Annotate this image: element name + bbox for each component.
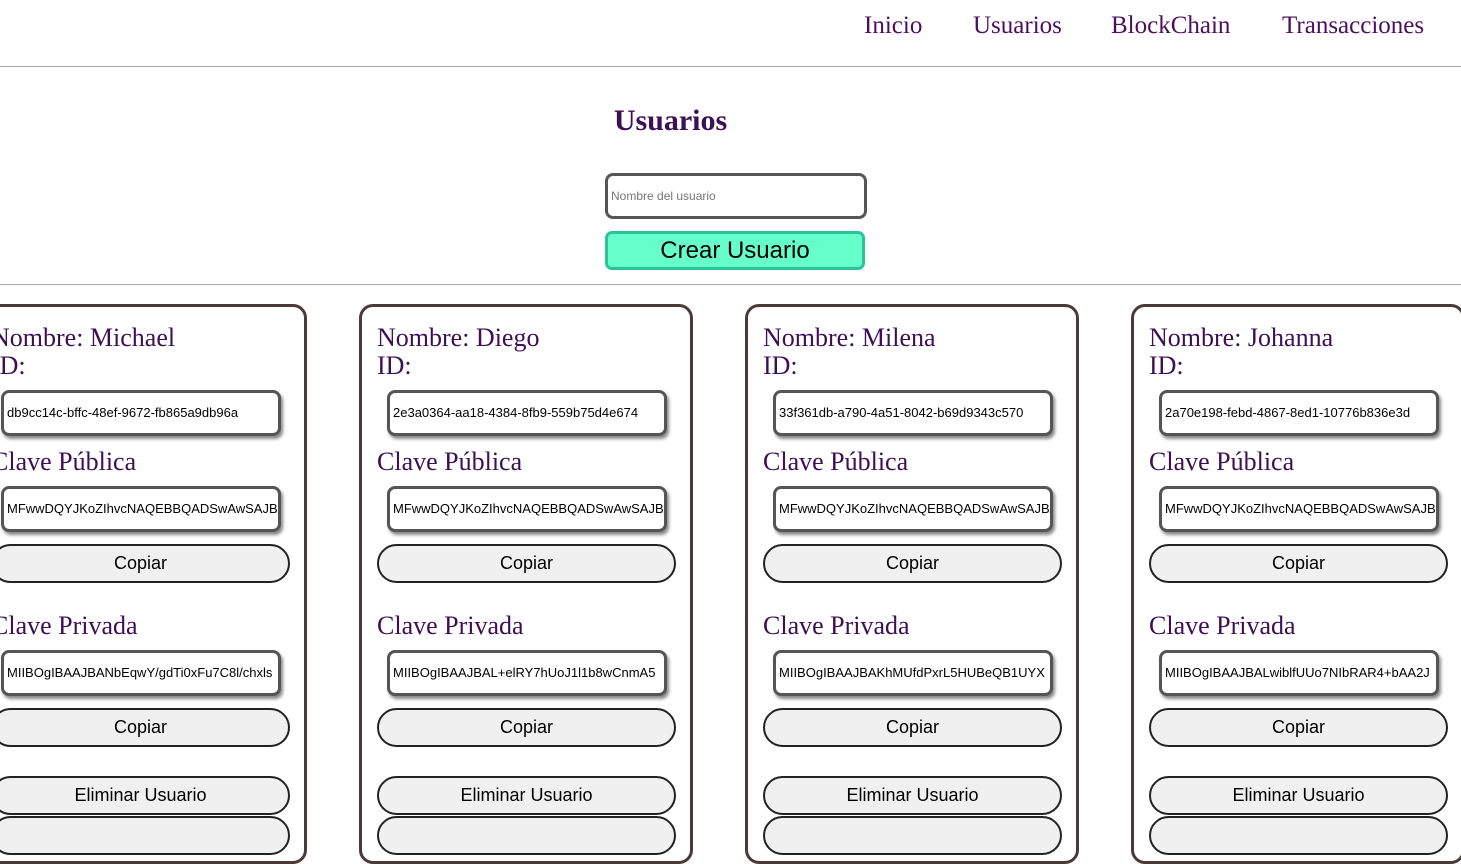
user-id-field[interactable]: db9cc14c-bffc-48ef-9672-fb865a9db96a	[1, 390, 281, 436]
id-label: ID:	[0, 351, 26, 380]
id-label: ID:	[1149, 351, 1184, 380]
private-key-field[interactable]: MIIBOgIBAAJBALwiblfUUo7NIbRAR4+bAA2J	[1159, 650, 1439, 696]
user-id-field[interactable]: 2a70e198-febd-4867-8ed1-10776b836e3d	[1159, 390, 1439, 436]
user-card: Nombre: Johanna ID: 2a70e198-febd-4867-8…	[1131, 304, 1461, 864]
user-name: Nombre: Michael	[0, 323, 176, 352]
user-id-field[interactable]: 2e3a0364-aa18-4384-8fb9-559b75d4e674	[387, 390, 667, 436]
private-key-label: Clave Privada	[377, 611, 524, 640]
private-key-label: Clave Privada	[1149, 611, 1296, 640]
user-name-input[interactable]	[605, 173, 867, 219]
public-key-label: Clave Pública	[0, 447, 137, 476]
public-key-field[interactable]: MFwwDQYJKoZIhvcNAQEBBQADSwAwSAJBA	[1, 486, 281, 532]
private-key-label: Clave Privada	[0, 611, 138, 640]
public-key-field[interactable]: MFwwDQYJKoZIhvcNAQEBBQADSwAwSAJBA	[387, 486, 667, 532]
id-label: ID:	[377, 351, 412, 380]
delete-user-button[interactable]: Eliminar Usuario	[377, 776, 676, 815]
user-card: Nombre: Milena ID: 33f361db-a790-4a51-80…	[745, 304, 1079, 864]
create-user-button[interactable]: Crear Usuario	[605, 231, 865, 270]
nav-transacciones[interactable]: Transacciones	[1282, 12, 1424, 40]
delete-user-button[interactable]: Eliminar Usuario	[1149, 776, 1448, 815]
divider	[0, 284, 1461, 285]
copy-private-key-button[interactable]: Copiar	[1149, 708, 1448, 747]
user-name: Nombre: Milena	[763, 323, 936, 352]
public-key-label: Clave Pública	[1149, 447, 1295, 476]
page-title: Usuarios	[613, 104, 728, 137]
user-card: Nombre: Diego ID: 2e3a0364-aa18-4384-8fb…	[359, 304, 693, 864]
copy-public-key-button[interactable]: Copiar	[1149, 544, 1448, 583]
nav-usuarios[interactable]: Usuarios	[973, 12, 1062, 40]
nav-blockchain[interactable]: BlockChain	[1111, 12, 1230, 40]
delete-user-button[interactable]: Eliminar Usuario	[0, 776, 290, 815]
delete-user-button[interactable]: Eliminar Usuario	[763, 776, 1062, 815]
nav-inicio[interactable]: Inicio	[864, 12, 922, 40]
public-key-label: Clave Pública	[377, 447, 523, 476]
user-id-field[interactable]: 33f361db-a790-4a51-8042-b69d9343c570	[773, 390, 1053, 436]
copy-public-key-button[interactable]: Copiar	[763, 544, 1062, 583]
id-label: ID:	[763, 351, 798, 380]
user-name: Nombre: Johanna	[1149, 323, 1334, 352]
public-key-field[interactable]: MFwwDQYJKoZIhvcNAQEBBQADSwAwSAJBA	[773, 486, 1053, 532]
copy-private-key-button[interactable]: Copiar	[0, 708, 290, 747]
copy-private-key-button[interactable]: Copiar	[377, 708, 676, 747]
public-key-label: Clave Pública	[763, 447, 909, 476]
user-card: Nombre: Michael ID: db9cc14c-bffc-48ef-9…	[0, 304, 307, 864]
copy-public-key-button[interactable]: Copiar	[0, 544, 290, 583]
copy-private-key-button[interactable]: Copiar	[763, 708, 1062, 747]
private-key-field[interactable]: MIIBOgIBAAJBAKhMUfdPxrL5HUBeQB1UYX	[773, 650, 1053, 696]
private-key-field[interactable]: MIIBOgIBAAJBANbEqwY/gdTi0xFu7C8l/chxls	[1, 650, 281, 696]
private-key-label: Clave Privada	[763, 611, 910, 640]
public-key-field[interactable]: MFwwDQYJKoZIhvcNAQEBBQADSwAwSAJBA	[1159, 486, 1439, 532]
top-nav: Inicio Usuarios BlockChain Transacciones	[0, 0, 1461, 67]
private-key-field[interactable]: MIIBOgIBAAJBAL+elRY7hUoJ1l1b8wCnmA5	[387, 650, 667, 696]
copy-public-key-button[interactable]: Copiar	[377, 544, 676, 583]
user-name: Nombre: Diego	[377, 323, 540, 352]
